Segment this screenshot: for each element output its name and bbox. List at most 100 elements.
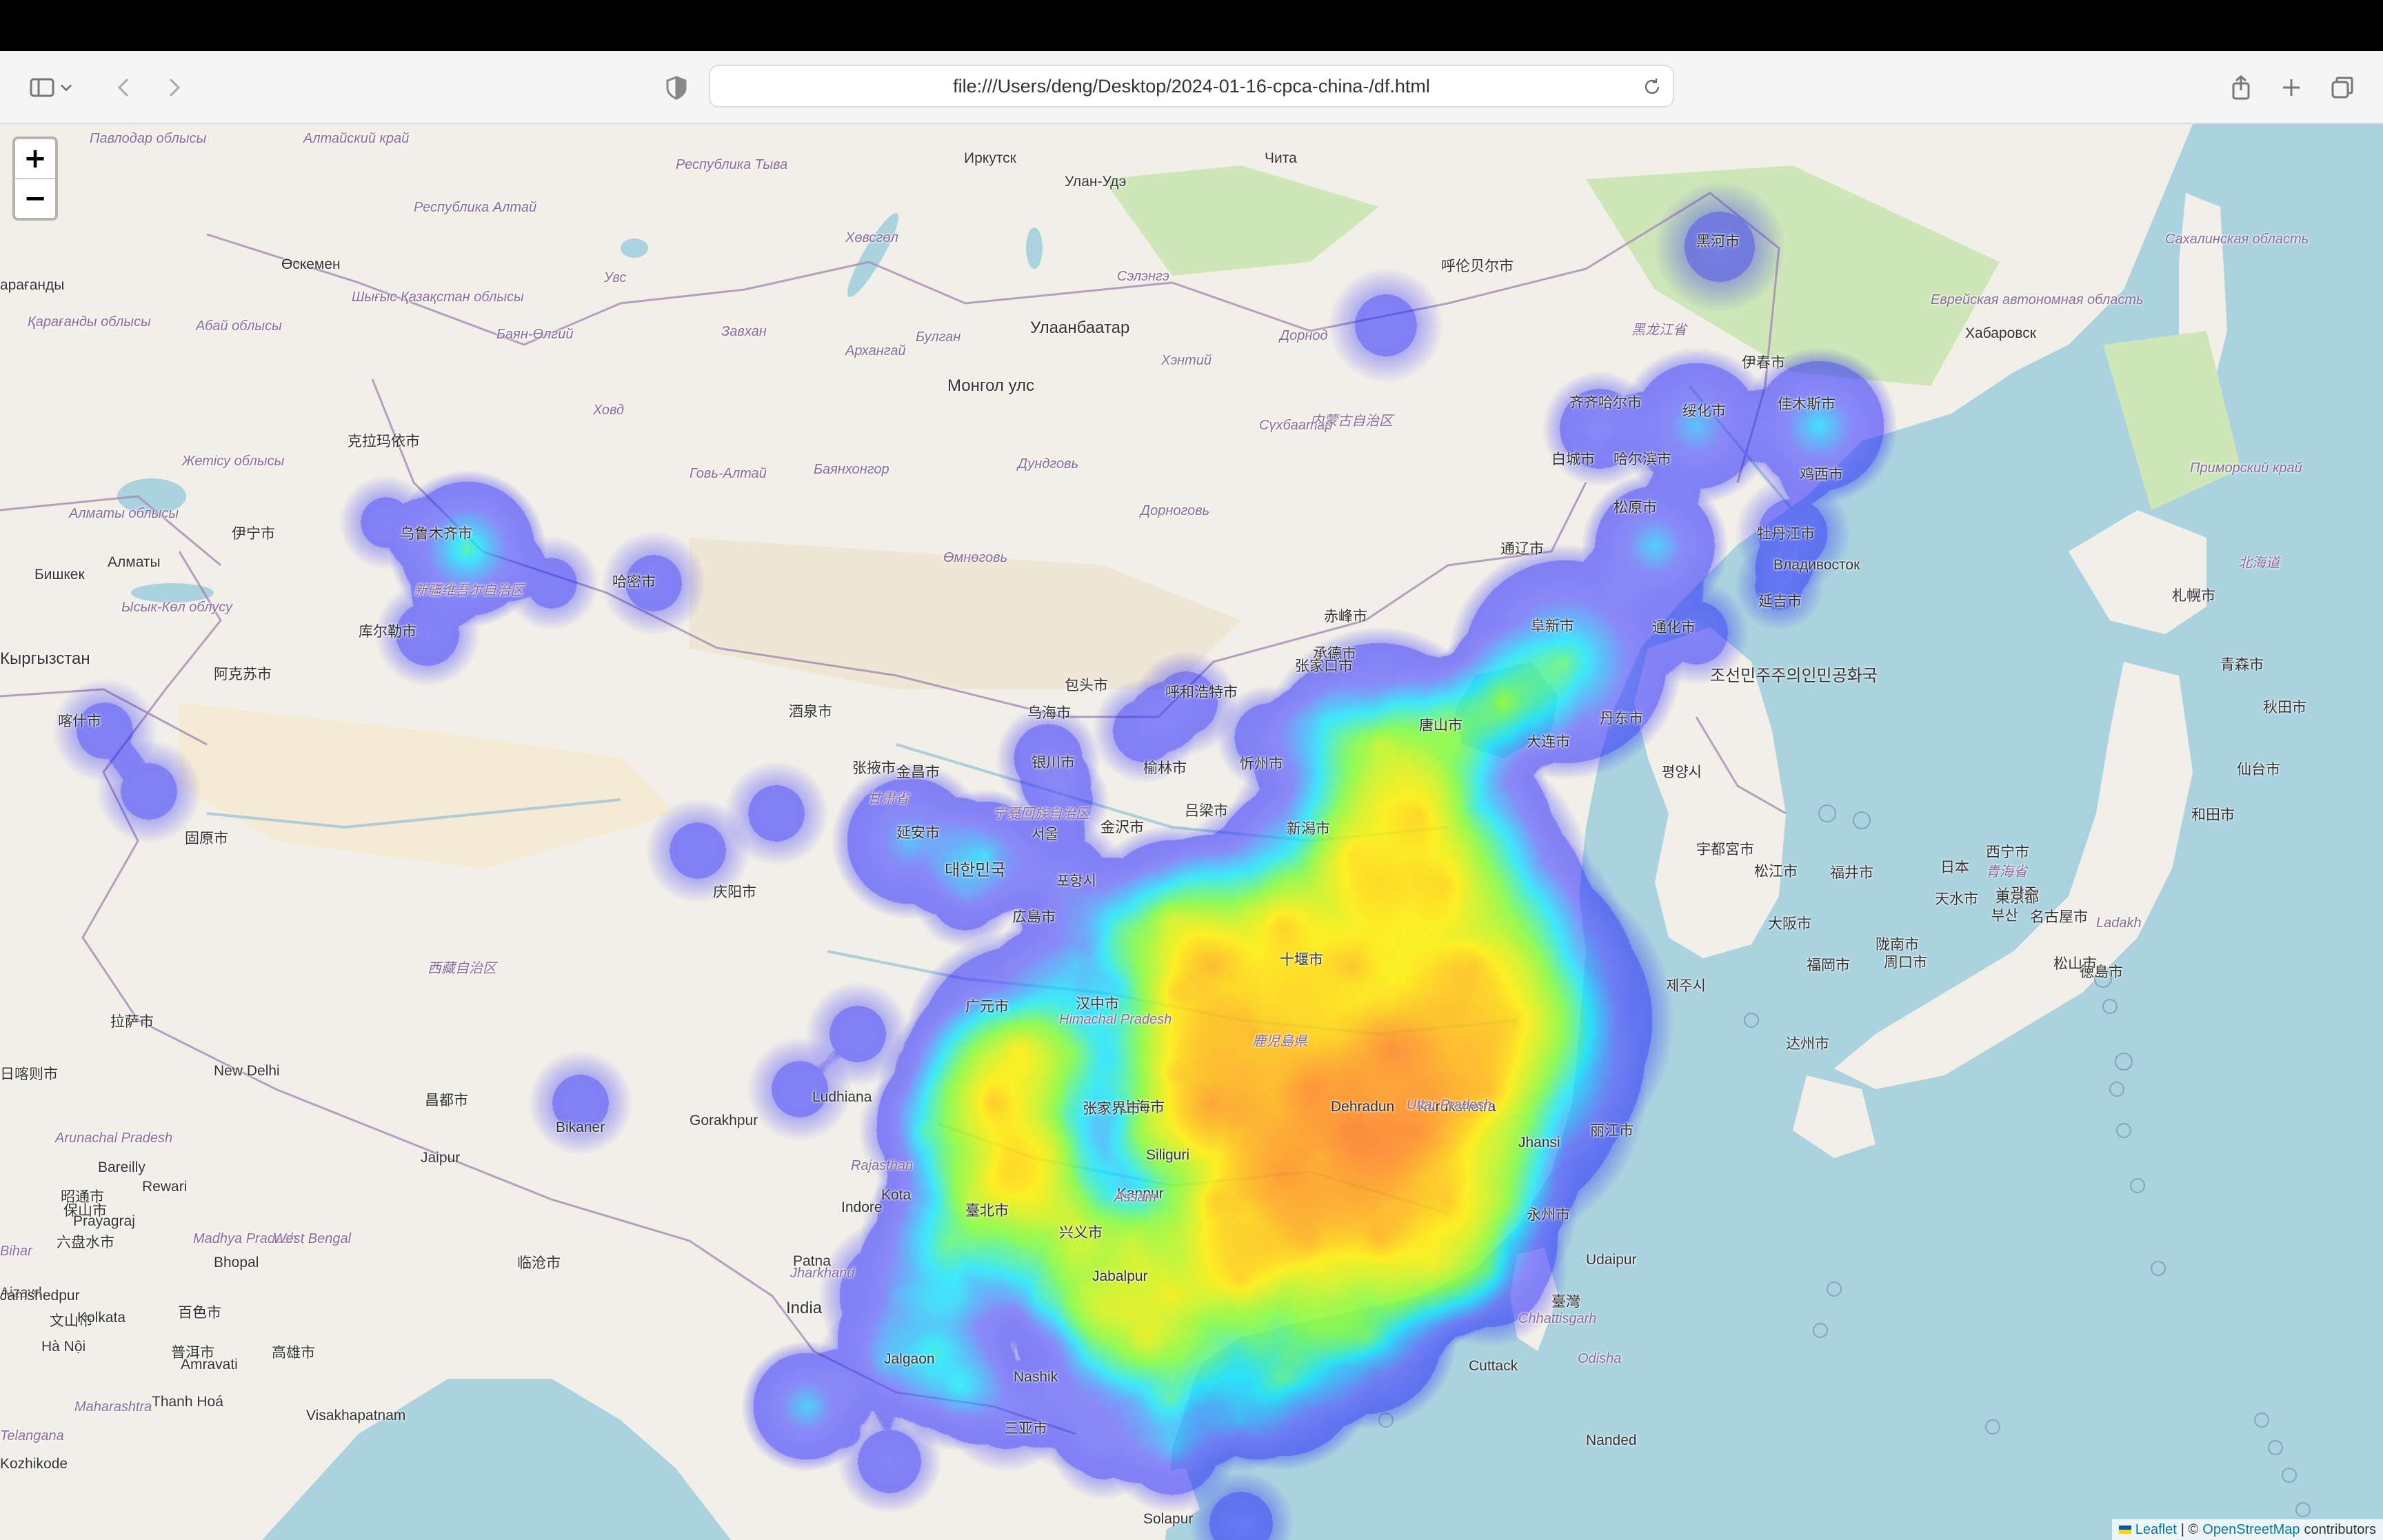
leaflet-link[interactable]: Leaflet bbox=[2135, 1522, 2177, 1538]
map-label: 名古屋市 bbox=[2030, 909, 2088, 925]
map-label: Увс bbox=[604, 270, 627, 285]
map-label: 金昌市 bbox=[896, 764, 940, 780]
map-label: Иркутск bbox=[964, 150, 1016, 166]
map-label: 克拉玛依市 bbox=[348, 434, 420, 449]
map-label: Indore bbox=[841, 1199, 883, 1215]
map-label: 阜新市 bbox=[1531, 618, 1574, 634]
back-arrow-icon[interactable] bbox=[101, 63, 149, 112]
map-label: 酒泉市 bbox=[789, 704, 832, 720]
map-label: 甘肃省 bbox=[867, 791, 909, 807]
map-label: 臺北市 bbox=[965, 1203, 1009, 1219]
map-label: 昌都市 bbox=[425, 1093, 468, 1108]
map-label: Bhopal bbox=[214, 1255, 259, 1270]
map-label: Bihar bbox=[0, 1244, 32, 1259]
map-label: Булган bbox=[916, 330, 961, 345]
map-label: Говь-Алтай bbox=[690, 466, 767, 481]
map-label: Rajasthan bbox=[851, 1158, 914, 1173]
map-label: Монгол улс bbox=[947, 376, 1035, 395]
map-label: 포항시 bbox=[1056, 873, 1096, 889]
map-label: 札幌市 bbox=[2172, 588, 2215, 604]
map-label: 庆阳市 bbox=[713, 884, 756, 900]
map-label: 张掖市 bbox=[852, 760, 896, 776]
ukraine-flag-icon bbox=[2118, 1526, 2131, 1534]
chevron-down-icon[interactable] bbox=[54, 63, 79, 112]
map-label: 乌鲁木齐市 bbox=[400, 526, 472, 542]
map-label: Gorakhpur bbox=[690, 1113, 758, 1128]
map-label: Hà Nội bbox=[41, 1339, 86, 1355]
map-label: Solapur bbox=[1143, 1511, 1194, 1527]
tab-overview-icon[interactable] bbox=[2318, 63, 2366, 112]
map-label: 西宁市 bbox=[1986, 844, 2029, 860]
map-label: Дундговь bbox=[1018, 456, 1079, 472]
map-label: 银川市 bbox=[1032, 755, 1075, 771]
map-label: 福井市 bbox=[1830, 865, 1873, 881]
map-label: 松江市 bbox=[1754, 864, 1798, 880]
url-text[interactable]: file:///Users/deng/Desktop/2024-01-16-cp… bbox=[953, 76, 1430, 97]
map-label: Ховд bbox=[593, 403, 625, 418]
map-label: 서울 bbox=[1032, 827, 1058, 842]
map-label: 六盘水市 bbox=[57, 1235, 114, 1250]
map-label: Odisha bbox=[1578, 1351, 1622, 1366]
map-label: 佳木斯市 bbox=[1778, 396, 1836, 412]
map-label: New Delhi bbox=[214, 1063, 280, 1079]
map-label: Баян-Өлгий bbox=[496, 327, 574, 342]
map-label: Жетісу облысы bbox=[182, 454, 285, 469]
map-label: Павлодар облысы bbox=[90, 131, 207, 146]
map-label: 広島市 bbox=[1012, 909, 1056, 925]
map-label: 齐齐哈尔市 bbox=[1569, 395, 1642, 411]
map-label: West Bengal bbox=[273, 1231, 352, 1246]
map-label: Бишкек bbox=[34, 567, 85, 582]
map-label: Jharkhand bbox=[790, 1266, 855, 1281]
map-label: 臺灣 bbox=[1551, 1294, 1580, 1310]
leaflet-map[interactable]: Павлодар облысы Алтайский край Республика … bbox=[0, 124, 2383, 1540]
map-label: Дорноговь bbox=[1140, 503, 1210, 518]
map-label: 西藏自治区 bbox=[428, 961, 496, 976]
map-label: Кыргызстан bbox=[0, 649, 90, 668]
map-label: 黑龙江省 bbox=[1631, 323, 1687, 338]
map-label: 평양시 bbox=[1662, 764, 1702, 780]
map-label: 宇都宮市 bbox=[1696, 842, 1754, 858]
map-label: Bikaner bbox=[556, 1119, 605, 1135]
map-label: 新潟市 bbox=[1287, 821, 1330, 837]
map-label: Алтайский край bbox=[303, 131, 410, 146]
map-label: 十堰市 bbox=[1280, 952, 1323, 968]
map-label: Nanded bbox=[1586, 1432, 1637, 1448]
map-label: Шығыс Қазақстан облысы bbox=[352, 290, 524, 305]
map-label: Улаанбаатар bbox=[1030, 318, 1130, 337]
map-label: 秋田市 bbox=[2263, 700, 2306, 716]
new-tab-icon[interactable] bbox=[2267, 63, 2315, 112]
map-label: 百色市 bbox=[178, 1305, 221, 1321]
map-label: 喀什市 bbox=[58, 713, 101, 729]
privacy-shield-icon[interactable] bbox=[652, 63, 701, 112]
map-label: 张家界市 bbox=[1083, 1101, 1140, 1117]
map-label: Thanh Hoá bbox=[152, 1394, 223, 1410]
map-label: Өскемен bbox=[281, 256, 341, 272]
map-label: Сэлэнгэ bbox=[1117, 269, 1169, 284]
map-label: 조선민주주의인민공화국 bbox=[1710, 667, 1878, 685]
address-bar[interactable]: file:///Users/deng/Desktop/2024-01-16-cp… bbox=[709, 65, 1674, 108]
map-label: Kolkata bbox=[77, 1310, 126, 1326]
map-label: 张家口市 bbox=[1295, 658, 1353, 674]
map-label: 唐山市 bbox=[1419, 718, 1462, 733]
map-label: Ludhiana bbox=[812, 1089, 872, 1105]
map-label: 三亚市 bbox=[1004, 1421, 1047, 1437]
map-label: 包头市 bbox=[1065, 678, 1108, 693]
share-icon[interactable] bbox=[2217, 63, 2265, 112]
map-label: Архангай bbox=[845, 343, 906, 358]
map-label: 伊春市 bbox=[1742, 355, 1785, 371]
map-label: Udaipur bbox=[1586, 1252, 1637, 1268]
map-label: 通辽市 bbox=[1500, 541, 1544, 557]
zoom-out-button[interactable]: − bbox=[15, 179, 55, 218]
map-label: 鸡西市 bbox=[1800, 467, 1843, 483]
map-label: 徳島市 bbox=[2080, 964, 2123, 980]
map-label: 日喀则市 bbox=[0, 1066, 58, 1082]
map-label: 新疆维吾尔自治区 bbox=[414, 583, 524, 598]
map-label: 天水市 bbox=[1935, 891, 1978, 907]
forward-arrow-icon[interactable] bbox=[149, 63, 197, 112]
map-label: Amravati bbox=[181, 1357, 238, 1372]
reload-icon[interactable] bbox=[1638, 73, 1666, 101]
map-label: Prayagraj bbox=[73, 1213, 135, 1229]
map-label: 榆林市 bbox=[1143, 760, 1187, 776]
osm-link[interactable]: OpenStreetMap bbox=[2202, 1522, 2300, 1538]
zoom-in-button[interactable]: + bbox=[15, 139, 55, 179]
